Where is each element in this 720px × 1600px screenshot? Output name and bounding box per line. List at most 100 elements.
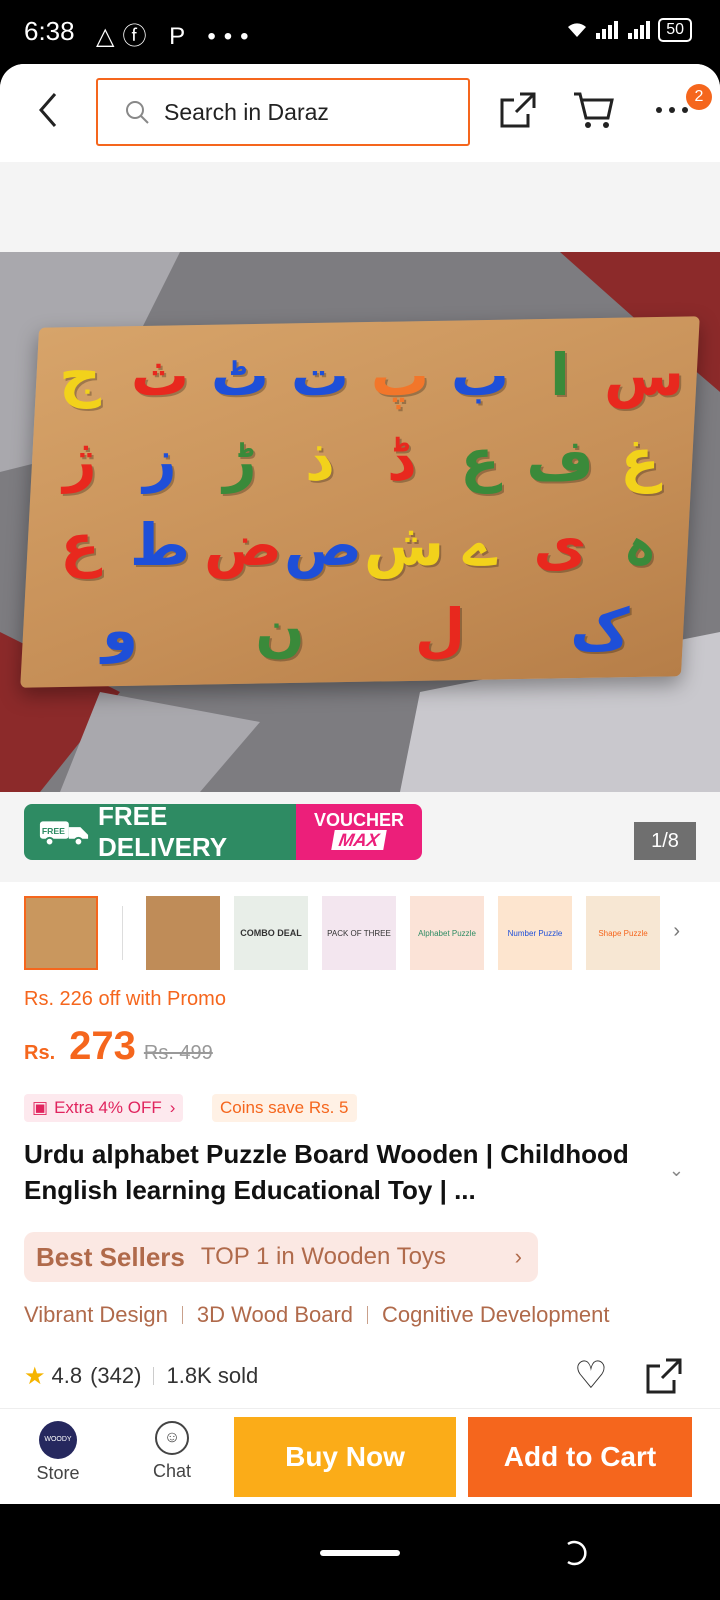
thumbnail-5[interactable]: Alphabet Puzzle bbox=[410, 896, 484, 970]
wishlist-heart-icon[interactable]: ♡ bbox=[574, 1356, 608, 1396]
extra-off-tag[interactable]: ▣ Extra 4% OFF › bbox=[24, 1094, 184, 1122]
best-sellers-rank: TOP 1 in Wooden Toys bbox=[200, 1243, 446, 1270]
puzzle-piece: ژ bbox=[63, 425, 97, 494]
voucher-text: VOUCHER bbox=[313, 810, 404, 830]
cart-badge: 2 bbox=[686, 84, 712, 110]
puzzle-piece: ز bbox=[143, 425, 177, 494]
puzzle-pieces: جثٹتپباسژزڑذڈعفغعطضصشےیہونلک bbox=[40, 332, 684, 672]
puzzle-piece: ع bbox=[60, 510, 100, 579]
puzzle-piece: ہ bbox=[623, 510, 657, 579]
coins-tag: Coins save Rs. 5 bbox=[212, 1094, 357, 1122]
rating-value[interactable]: 4.8 bbox=[52, 1363, 83, 1389]
gray-band bbox=[0, 162, 720, 252]
search-input[interactable]: Search in Daraz bbox=[96, 78, 470, 146]
puzzle-piece: ب bbox=[450, 340, 510, 409]
cart-button[interactable] bbox=[570, 86, 618, 134]
thumb-label: PACK OF THREE bbox=[327, 928, 391, 938]
status-time: 6:38 bbox=[24, 16, 75, 46]
free-mini-text: FREE bbox=[42, 826, 65, 836]
rating-row: ★ 4.8 (342) 1.8K sold ♡ bbox=[24, 1356, 696, 1396]
feature-item: Vibrant Design bbox=[24, 1302, 168, 1327]
thumbnail-6[interactable]: Number Puzzle bbox=[498, 896, 572, 970]
notification-icons: △ⓕ P ••• bbox=[96, 23, 257, 50]
chat-label: Chat bbox=[152, 1461, 192, 1481]
puzzle-piece: ج bbox=[59, 340, 101, 409]
original-price: Rs. 499 bbox=[143, 1042, 213, 1064]
home-gesture-pill[interactable] bbox=[320, 1550, 400, 1556]
store-logo: WOODY bbox=[39, 1421, 77, 1459]
free-delivery-badge: FREE FREE DELIVERY bbox=[24, 801, 296, 862]
thumb-label: Shape Puzzle bbox=[598, 928, 648, 938]
store-label: Store bbox=[36, 1463, 80, 1483]
price-currency: Rs. bbox=[24, 1042, 56, 1064]
price-value: 273 bbox=[69, 1024, 136, 1068]
battery-indicator: 50 bbox=[658, 18, 692, 42]
chevron-right-icon[interactable]: › bbox=[673, 920, 680, 943]
voucher-badge: VOUCHER MAX bbox=[296, 804, 422, 860]
puzzle-piece: ف bbox=[526, 425, 594, 494]
store-button[interactable]: WOODY Store bbox=[26, 1421, 90, 1484]
best-sellers-label: Best Sellers bbox=[36, 1241, 185, 1272]
divider bbox=[153, 1367, 155, 1385]
back-arrow-icon bbox=[39, 93, 57, 127]
back-button[interactable] bbox=[28, 88, 68, 132]
image-counter: 1/8 bbox=[634, 822, 696, 860]
review-count[interactable]: (342) bbox=[90, 1363, 141, 1389]
puzzle-piece: ل bbox=[414, 595, 466, 664]
buy-now-button[interactable]: Buy Now bbox=[234, 1417, 456, 1497]
feature-list: Vibrant Design 3D Wood Board Cognitive D… bbox=[24, 1302, 610, 1328]
bottom-action-bar: WOODY Store ☺ Chat Buy Now Add to Cart bbox=[0, 1408, 720, 1504]
signal-icon-2 bbox=[628, 21, 651, 39]
chat-button[interactable]: ☺ Chat bbox=[142, 1421, 202, 1482]
product-page: Search in Daraz 2 جثٹتپباسژزڑذڈعفغعطضصشے… bbox=[0, 64, 720, 1504]
divider bbox=[181, 1306, 183, 1324]
wifi-icon bbox=[568, 23, 587, 37]
free-delivery-text: FREE DELIVERY bbox=[98, 801, 228, 862]
puzzle-piece: ع bbox=[460, 425, 500, 494]
thumbnail-1[interactable] bbox=[24, 896, 98, 970]
best-sellers-banner[interactable]: Best Sellers TOP 1 in Wooden Toys › bbox=[24, 1232, 538, 1282]
promo-strip: FREE FREE DELIVERY VOUCHER MAX 1/8 bbox=[0, 792, 720, 882]
puzzle-piece: ے bbox=[463, 510, 497, 579]
puzzle-piece: ض bbox=[204, 510, 283, 579]
puzzle-piece: ط bbox=[129, 510, 191, 579]
thumbnail-3[interactable]: COMBO DEAL bbox=[234, 896, 308, 970]
status-right: 50 bbox=[566, 18, 692, 42]
thumb-divider bbox=[122, 906, 123, 960]
puzzle-piece: ٹ bbox=[210, 340, 270, 409]
share-icon[interactable] bbox=[644, 1356, 684, 1396]
thumbnail-7[interactable]: Shape Puzzle bbox=[586, 896, 660, 970]
top-bar: Search in Daraz 2 bbox=[0, 64, 720, 162]
promo-text: Rs. 226 off with Promo bbox=[24, 988, 226, 1010]
thumb-label: Number Puzzle bbox=[507, 928, 563, 938]
rotate-icon[interactable] bbox=[560, 1538, 590, 1568]
status-bar: 6:38 △ⓕ P ••• 50 bbox=[0, 0, 720, 64]
puzzle-piece: ک bbox=[570, 595, 630, 664]
puzzle-piece: ت bbox=[290, 340, 350, 409]
chevron-down-icon[interactable]: ⌄ bbox=[669, 1160, 684, 1181]
puzzle-piece: ث bbox=[130, 340, 190, 409]
product-image[interactable]: جثٹتپباسژزڑذڈعفغعطضصشےیہونلک bbox=[0, 252, 720, 792]
cart-icon bbox=[574, 92, 614, 128]
voucher-max-text: MAX bbox=[331, 830, 387, 850]
signal-icon bbox=[596, 21, 619, 39]
divider bbox=[367, 1306, 369, 1324]
more-icon bbox=[656, 107, 688, 113]
add-to-cart-button[interactable]: Add to Cart bbox=[468, 1417, 692, 1497]
extra-off-text: Extra 4% OFF bbox=[54, 1098, 162, 1117]
puzzle-piece: ڈ bbox=[387, 425, 413, 494]
puzzle-piece: ص bbox=[284, 510, 363, 579]
thumbnail-2[interactable] bbox=[146, 896, 220, 970]
system-nav-bar bbox=[0, 1504, 720, 1600]
share-icon bbox=[500, 92, 536, 128]
price-row: Rs. 273 Rs. 499 bbox=[24, 1024, 213, 1072]
thumbnail-4[interactable]: PACK OF THREE bbox=[322, 896, 396, 970]
share-button[interactable] bbox=[494, 86, 542, 134]
chat-icon: ☺ bbox=[155, 1421, 189, 1455]
puzzle-piece: ذ bbox=[305, 425, 335, 494]
sold-count: 1.8K sold bbox=[166, 1363, 259, 1388]
star-icon: ★ bbox=[24, 1362, 46, 1390]
chevron-right-icon: › bbox=[169, 1098, 176, 1117]
chevron-right-icon: › bbox=[514, 1244, 522, 1269]
thumbnail-strip: COMBO DEAL PACK OF THREE Alphabet Puzzle… bbox=[0, 890, 720, 980]
